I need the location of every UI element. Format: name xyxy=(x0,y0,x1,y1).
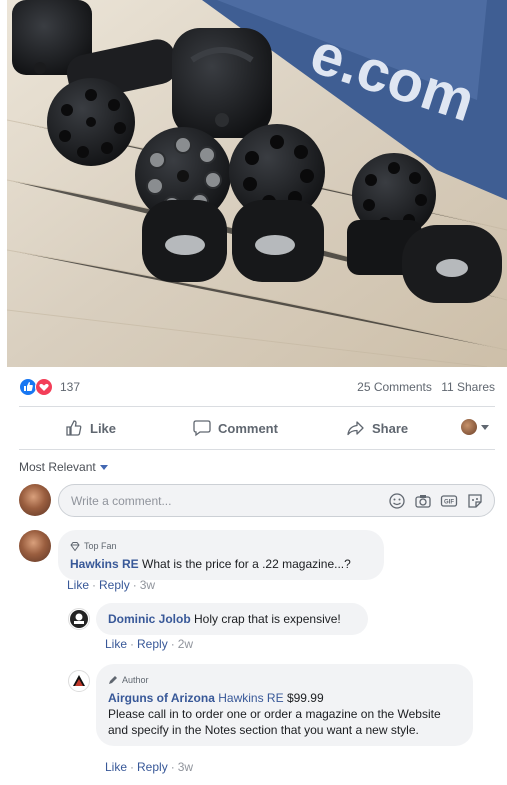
brand-logo-icon xyxy=(73,675,85,686)
chevron-down-icon xyxy=(481,424,489,430)
comment-like-link[interactable]: Like xyxy=(105,760,127,774)
comment-bubble: Top Fan Hawkins RE What is the price for… xyxy=(58,530,384,580)
gif-icon[interactable]: GIF xyxy=(440,492,458,510)
comment-like-link[interactable]: Like xyxy=(105,637,127,651)
share-count[interactable]: 11 Shares xyxy=(441,380,495,394)
comment-button[interactable]: Comment xyxy=(193,416,278,440)
post-stats: 137 25 Comments 11 Shares xyxy=(7,374,507,400)
comment-actions: Like · Reply · 3w xyxy=(67,578,156,592)
top-fan-badge: Top Fan xyxy=(70,538,372,554)
share-button[interactable]: Share xyxy=(347,416,408,440)
comment-reply-link[interactable]: Reply xyxy=(137,760,168,774)
share-audience-selector[interactable] xyxy=(461,419,489,435)
post-photo[interactable]: e.com xyxy=(7,0,507,367)
thumbs-up-icon xyxy=(66,420,82,436)
badge-label: Top Fan xyxy=(84,541,117,551)
chevron-down-icon xyxy=(99,464,108,470)
comment-mention[interactable]: Hawkins RE xyxy=(218,691,283,705)
comment-reply-link[interactable]: Reply xyxy=(137,637,168,651)
comment-text: What is the price for a .22 magazine...? xyxy=(142,557,351,571)
comment-label: Comment xyxy=(218,420,278,436)
comment-time[interactable]: 2w xyxy=(178,637,193,651)
emoji-icon[interactable] xyxy=(388,492,406,510)
badge-label: Author xyxy=(122,675,149,685)
reactions-icon[interactable] xyxy=(19,378,55,396)
share-label: Share xyxy=(372,420,409,436)
comment-time[interactable]: 3w xyxy=(178,760,193,774)
avatar[interactable] xyxy=(68,670,90,692)
author-badge: Author xyxy=(108,672,461,688)
post-actions: Like Comment Share xyxy=(7,410,507,446)
comment-reply-link[interactable]: Reply xyxy=(99,578,130,592)
comment-text: Holy crap that is expensive! xyxy=(194,612,341,626)
reaction-count[interactable]: 137 xyxy=(60,380,80,394)
comment-icon xyxy=(193,420,211,437)
avatar[interactable] xyxy=(19,530,51,562)
avatar-image xyxy=(70,610,88,628)
comment-placeholder: Write a comment... xyxy=(71,494,172,508)
comment-author[interactable]: Dominic Jolob xyxy=(108,612,191,626)
magazines-photo-art: e.com xyxy=(7,0,507,367)
avatar xyxy=(461,419,477,435)
comment-time[interactable]: 3w xyxy=(140,578,155,592)
comment-input[interactable]: Write a comment... GIF xyxy=(58,484,495,517)
comment-like-link[interactable]: Like xyxy=(67,578,89,592)
comment-actions: Like · Reply · 3w xyxy=(105,760,194,774)
comment-bubble: Dominic Jolob Holy crap that is expensiv… xyxy=(96,603,368,635)
avatar[interactable] xyxy=(19,484,51,516)
comment-text: Please call in to order one or order a m… xyxy=(108,707,441,737)
comment-count[interactable]: 25 Comments xyxy=(357,380,432,394)
camera-icon[interactable] xyxy=(414,492,432,510)
like-button[interactable]: Like xyxy=(65,416,116,440)
like-label: Like xyxy=(90,420,117,436)
divider xyxy=(19,449,495,450)
divider xyxy=(19,406,495,407)
comment-author[interactable]: Airguns of Arizona xyxy=(108,691,215,705)
comment-bubble: Author Airguns of Arizona Hawkins RE $99… xyxy=(96,664,473,746)
sort-label: Most Relevant xyxy=(19,460,96,474)
pencil-icon xyxy=(109,676,117,684)
comment-text-first: $99.99 xyxy=(286,691,324,705)
sticker-icon[interactable] xyxy=(466,492,484,510)
comment-sort-dropdown[interactable]: Most Relevant xyxy=(19,460,108,474)
avatar[interactable] xyxy=(68,608,90,630)
share-arrow-icon xyxy=(347,421,364,436)
diamond-icon xyxy=(70,541,80,551)
svg-text:GIF: GIF xyxy=(444,500,454,506)
comment-actions: Like · Reply · 2w xyxy=(105,637,194,651)
comment-author[interactable]: Hawkins RE xyxy=(70,557,139,571)
